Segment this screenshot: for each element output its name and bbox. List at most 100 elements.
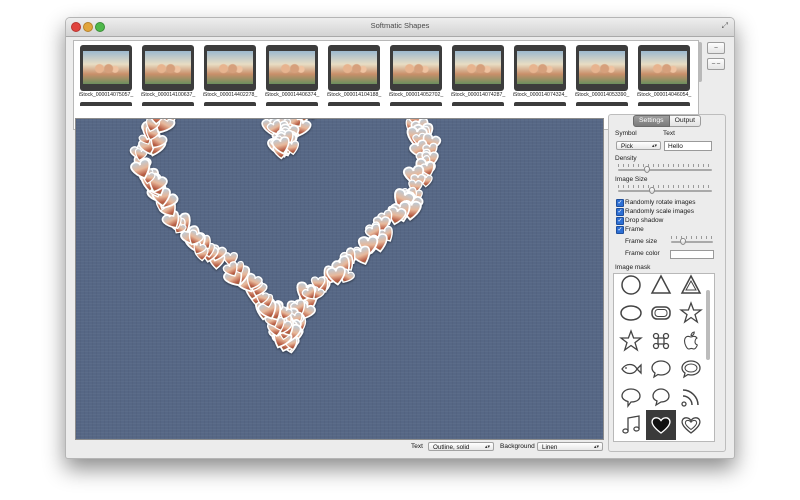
mask-speech-bubble-outline-icon[interactable]: [676, 354, 706, 384]
thumbnail[interactable]: [328, 45, 380, 91]
drop-shadow-checkbox[interactable]: ✓: [616, 217, 624, 225]
mask-rss-icon[interactable]: [676, 382, 706, 412]
mask-apple-icon[interactable]: [676, 326, 706, 356]
image-strip[interactable]: iStock_000014075057_ iStock_000014100637_…: [73, 40, 699, 130]
thumbnail-label: iStock_000014402278_: [202, 92, 258, 98]
heart-outline-icon: [681, 417, 701, 434]
text-input[interactable]: Hello: [664, 141, 712, 151]
apple-icon: [683, 331, 698, 350]
mask-thought-bubble-icon[interactable]: [646, 382, 676, 412]
mask-music-note-icon[interactable]: [616, 410, 646, 440]
thumbnail-next-row: [452, 102, 504, 106]
circle-outline-icon: [621, 275, 641, 295]
mask-circle-outline-icon[interactable]: [616, 274, 646, 300]
star-icon: [679, 301, 703, 324]
chat-bubble-icon: [621, 388, 641, 408]
density-slider[interactable]: [618, 166, 712, 173]
mask-scrollbar[interactable]: [706, 290, 710, 360]
mask-fish-icon[interactable]: [616, 354, 646, 384]
thumbnail-label: iStock_000014104188_: [326, 92, 382, 98]
popup-arrows-icon: ▴▾: [593, 444, 599, 450]
frame-label: Frame: [625, 226, 644, 233]
background-label: Background: [500, 443, 535, 450]
thumbnail[interactable]: [80, 45, 132, 91]
thumbnail-photo: [269, 51, 315, 84]
thumbnail-label: iStock_000014052702_: [388, 92, 444, 98]
rotate-checkbox[interactable]: ✓: [616, 199, 624, 207]
thumbnail-next-row: [80, 102, 132, 106]
thumbnail-next-row: [514, 102, 566, 106]
thumbnail-photo: [207, 51, 253, 84]
mask-star-outline-icon[interactable]: [616, 326, 646, 356]
tab-output[interactable]: Output: [669, 115, 701, 127]
thumbnail-next-row: [638, 102, 690, 106]
background-select[interactable]: Linen ▴▾: [537, 442, 603, 451]
title-bar: Softmatic Shapes ⤢: [66, 18, 734, 37]
image-mask-grid[interactable]: [613, 273, 715, 442]
thumbnail[interactable]: [638, 45, 690, 91]
mask-triangle-icon[interactable]: [646, 274, 676, 300]
thumbnail-photo: [579, 51, 625, 84]
density-ticks: [618, 164, 712, 167]
thought-bubble-icon: [652, 388, 670, 407]
background-value: Linen: [542, 444, 558, 451]
thumbnail-label: iStock_000014075057_: [78, 92, 134, 98]
heart-icon: [651, 417, 671, 434]
thumbnail-next-row: [266, 102, 318, 106]
thumbnail-label: iStock_000014053390_: [574, 92, 630, 98]
mask-speech-bubble-icon[interactable]: [646, 354, 676, 384]
text-style-value: Outline, solid: [433, 444, 470, 451]
mask-heart-icon[interactable]: [646, 410, 676, 440]
thumbnail-label: iStock_000014074287_: [450, 92, 506, 98]
frame-size-label: Frame size: [625, 238, 658, 245]
tab-settings[interactable]: Settings: [633, 115, 670, 127]
image-size-label: Image Size: [615, 176, 648, 183]
thumbnail-label: iStock_000014046054_: [636, 92, 692, 98]
remove-image-button[interactable]: –: [707, 42, 725, 54]
mask-star-icon[interactable]: [676, 298, 706, 328]
thumbnail[interactable]: [142, 45, 194, 91]
scale-checkbox[interactable]: ✓: [616, 208, 624, 216]
text-style-select[interactable]: Outline, solid ▴▾: [428, 442, 494, 451]
rss-icon: [681, 389, 699, 407]
thumbnail-label: iStock_000014074324_: [512, 92, 568, 98]
heart-collage: [128, 119, 443, 355]
frame-color-well[interactable]: [670, 250, 714, 259]
thumbnail[interactable]: [266, 45, 318, 91]
image-size-slider[interactable]: [618, 187, 712, 194]
thumbnail-label: iStock_000014406374_: [264, 92, 320, 98]
cmd-key-icon: [652, 332, 670, 350]
mask-heart-outline-icon[interactable]: [676, 410, 706, 440]
thumbnail[interactable]: [576, 45, 628, 91]
mask-ellipse-icon[interactable]: [616, 298, 646, 328]
thumbnail-next-row: [390, 102, 442, 106]
image-size-ticks: [618, 185, 712, 188]
remove-all-images-button[interactable]: – –: [707, 58, 725, 70]
thumbnail[interactable]: [390, 45, 442, 91]
frame-checkbox[interactable]: ✓: [616, 226, 624, 234]
fullscreen-icon[interactable]: ⤢: [722, 21, 728, 31]
thumbnail-photo: [455, 51, 501, 84]
mask-rounded-rect-icon[interactable]: [646, 298, 676, 328]
drop-shadow-label: Drop shadow: [625, 217, 664, 224]
thumbnail[interactable]: [514, 45, 566, 91]
frame-size-slider[interactable]: [671, 238, 713, 245]
mask-triangle-outline-icon[interactable]: [676, 274, 706, 300]
triangle-icon: [650, 274, 672, 294]
speech-bubble-icon: [651, 360, 671, 379]
panel-tabs: Settings Output: [633, 115, 701, 127]
music-note-icon: [622, 415, 640, 434]
mask-cmd-key-icon[interactable]: [646, 326, 676, 356]
thumbnail[interactable]: [452, 45, 504, 91]
thumbnail[interactable]: [204, 45, 256, 91]
symbol-select[interactable]: Pick ▴▾: [616, 141, 661, 150]
thumbnail-photo: [641, 51, 687, 84]
density-label: Density: [615, 155, 637, 162]
mask-chat-bubble-icon[interactable]: [616, 382, 646, 412]
thumbnail-next-row: [576, 102, 628, 106]
popup-arrows-icon: ▴▾: [651, 143, 657, 149]
ellipse-icon: [620, 305, 642, 321]
bottom-text-label: Text: [411, 443, 423, 450]
triangle-outline-icon: [680, 274, 702, 294]
collage-canvas[interactable]: [75, 118, 604, 440]
